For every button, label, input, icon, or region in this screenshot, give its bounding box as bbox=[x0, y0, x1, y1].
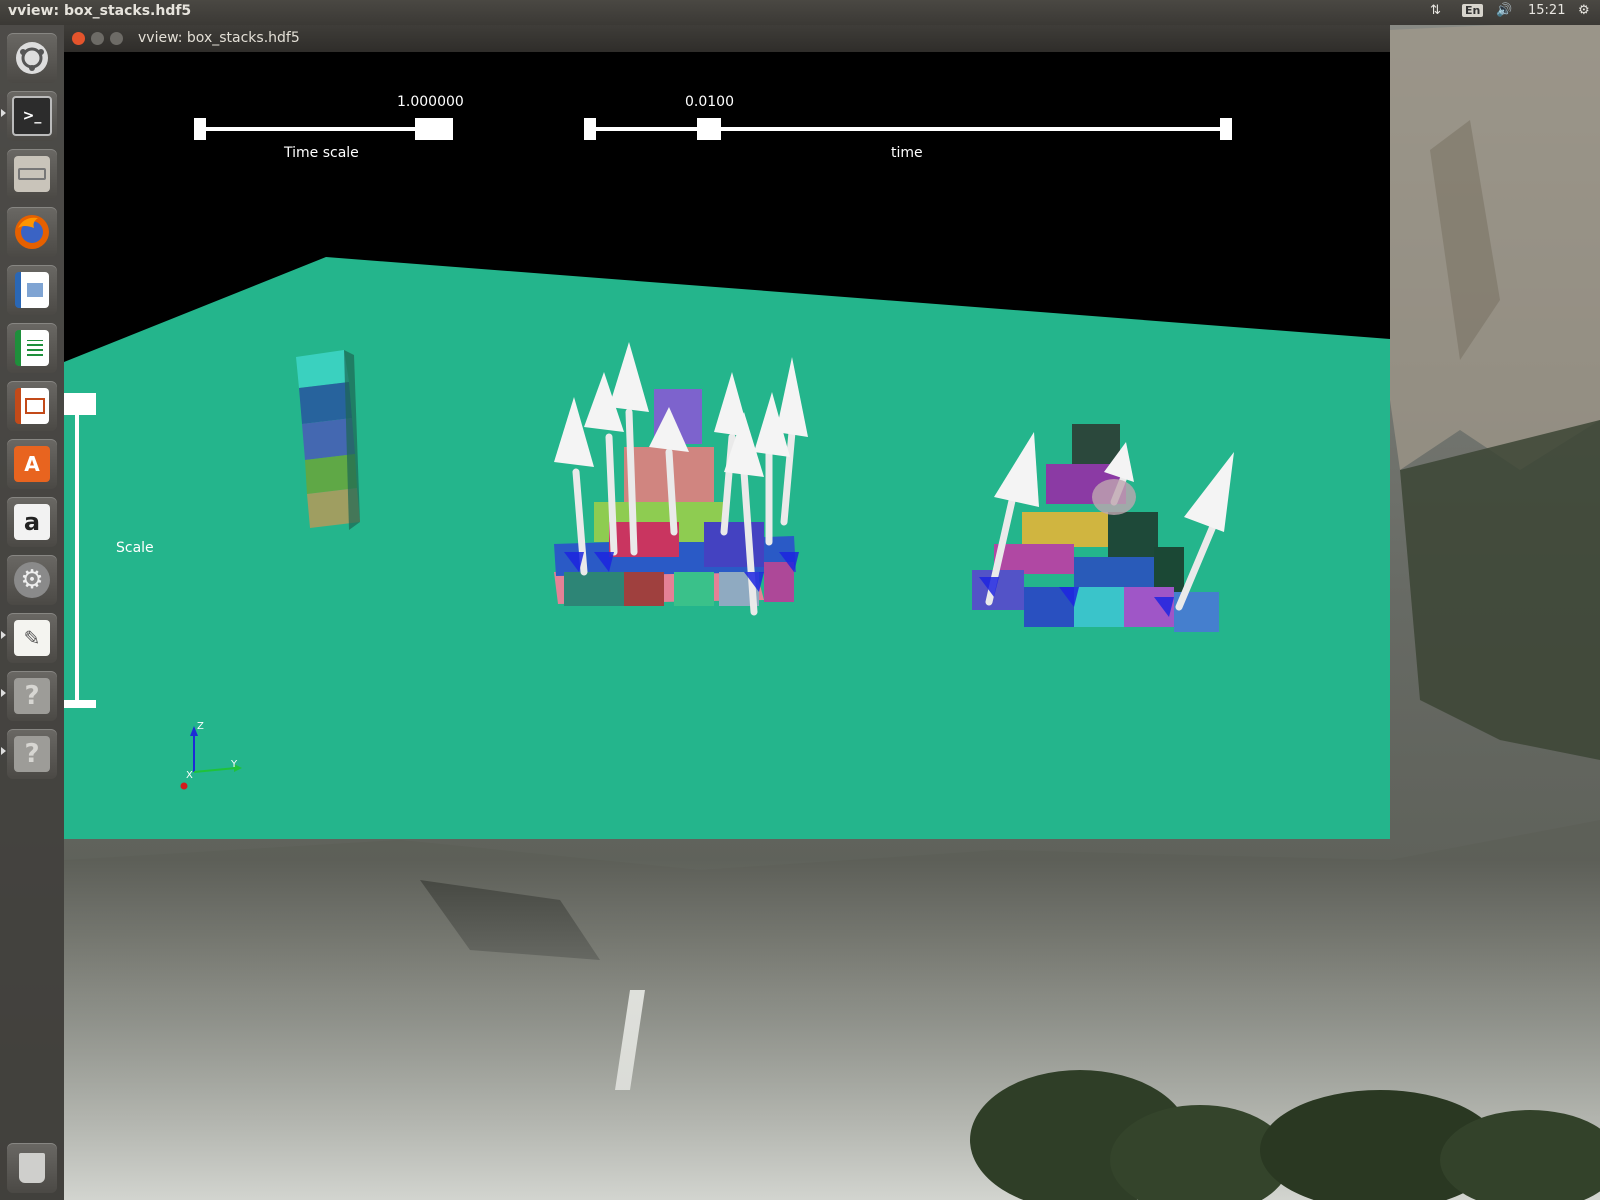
active-window-title: vview: box_stacks.hdf5 bbox=[8, 3, 192, 19]
terminal-icon[interactable]: >_ bbox=[7, 91, 57, 141]
scene-canvas[interactable] bbox=[64, 52, 1390, 839]
launcher: >_ A a ⚙ ✎ ? ? bbox=[0, 25, 64, 1200]
close-button[interactable] bbox=[72, 32, 85, 45]
axis-x-label: X bbox=[186, 770, 193, 781]
calc-glyph bbox=[15, 330, 49, 366]
time-scale-min-handle[interactable] bbox=[194, 118, 206, 140]
vview-window: vview: box_stacks.hdf5 1.000000 Time sca… bbox=[64, 25, 1390, 839]
trash-icon[interactable] bbox=[7, 1143, 57, 1193]
time-scale-value: 1.000000 bbox=[397, 94, 464, 110]
3d-viewport[interactable]: 1.000000 Time scale 0.0100 time Scale Z … bbox=[64, 52, 1390, 839]
keyboard-layout-label: En bbox=[1462, 4, 1484, 17]
question-mark-glyph: ? bbox=[14, 678, 50, 714]
window-titlebar[interactable]: vview: box_stacks.hdf5 bbox=[64, 25, 1390, 52]
software-center-icon[interactable]: A bbox=[7, 439, 57, 489]
time-scale-slider[interactable] bbox=[194, 118, 453, 140]
clock[interactable]: 15:21 bbox=[1528, 3, 1565, 18]
impress-icon[interactable] bbox=[7, 381, 57, 431]
maximize-button[interactable] bbox=[110, 32, 123, 45]
volume-icon[interactable]: 🔊 bbox=[1496, 3, 1512, 18]
scale-label: Scale bbox=[116, 540, 154, 556]
axis-y-label: Y bbox=[231, 759, 238, 770]
keyboard-layout-indicator[interactable]: En bbox=[1462, 3, 1484, 18]
time-label: time bbox=[891, 145, 923, 161]
amazon-glyph: a bbox=[14, 504, 50, 540]
scale-min-handle[interactable] bbox=[64, 700, 96, 708]
text-editor-icon[interactable]: ✎ bbox=[7, 613, 57, 663]
trash-glyph bbox=[19, 1153, 45, 1183]
time-scale-label: Time scale bbox=[284, 145, 359, 161]
time-min-handle[interactable] bbox=[584, 118, 596, 140]
software-center-glyph: A bbox=[14, 446, 50, 482]
writer-icon[interactable] bbox=[7, 265, 57, 315]
unknown-app-icon[interactable]: ? bbox=[7, 729, 57, 779]
calc-icon[interactable] bbox=[7, 323, 57, 373]
system-settings-icon[interactable]: ⚙ bbox=[7, 555, 57, 605]
power-gear-icon[interactable]: ⚙ bbox=[1578, 3, 1590, 18]
gear-wrench-glyph: ⚙ bbox=[14, 562, 50, 598]
impress-glyph bbox=[15, 388, 49, 424]
time-slider[interactable] bbox=[584, 118, 1232, 140]
writer-glyph bbox=[15, 272, 49, 308]
time-handle[interactable] bbox=[697, 118, 721, 140]
time-value: 0.0100 bbox=[685, 94, 734, 110]
minimize-button[interactable] bbox=[91, 32, 104, 45]
unknown-app-icon[interactable]: ? bbox=[7, 671, 57, 721]
top-panel: vview: box_stacks.hdf5 ⇅ En 🔊 15:21 ⚙ bbox=[0, 0, 1600, 25]
amazon-icon[interactable]: a bbox=[7, 497, 57, 547]
window-title: vview: box_stacks.hdf5 bbox=[138, 30, 300, 46]
drawer-glyph bbox=[14, 156, 50, 192]
scale-handle[interactable] bbox=[64, 393, 96, 415]
time-scale-handle[interactable] bbox=[415, 118, 453, 140]
axis-z-label: Z bbox=[197, 721, 204, 732]
time-max-handle[interactable] bbox=[1220, 118, 1232, 140]
file-manager-icon[interactable] bbox=[7, 149, 57, 199]
pencil-glyph: ✎ bbox=[14, 620, 50, 656]
question-mark-glyph: ? bbox=[14, 736, 50, 772]
network-icon[interactable]: ⇅ bbox=[1430, 3, 1441, 18]
ubuntu-dash-icon[interactable] bbox=[7, 33, 57, 83]
firefox-icon[interactable] bbox=[7, 207, 57, 257]
terminal-glyph: >_ bbox=[12, 96, 52, 136]
